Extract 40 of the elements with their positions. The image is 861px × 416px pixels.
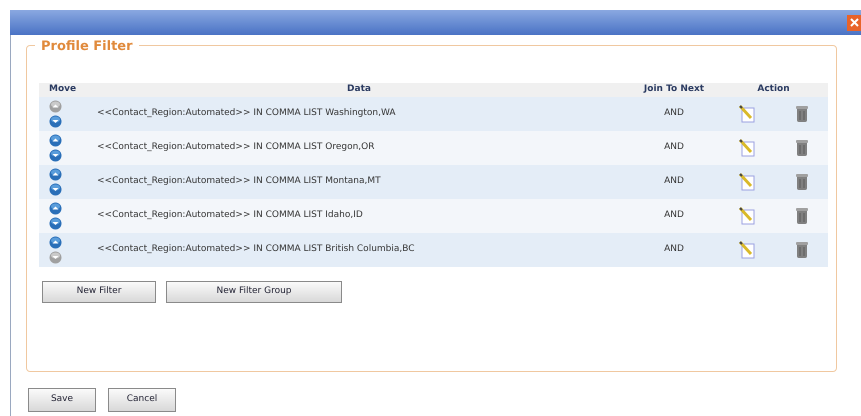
edit-icon[interactable] [739,207,756,225]
up-arrow-button[interactable] [49,100,62,113]
trash-icon[interactable] [796,207,808,225]
up-arrow-button[interactable] [49,134,62,147]
down-arrow-button[interactable] [49,149,62,162]
column-header: Join To Next [644,84,704,94]
close-icon [850,18,858,27]
edit-icon[interactable] [739,105,756,123]
table-cell: <<Contact_Region:Automated>> IN COMMA LIST Montana,MT [97,176,381,186]
table-cell: <<Contact_Region:Automated>> IN COMMA LIST Idaho,ID [97,210,363,220]
table-cell: <<Contact_Region:Automated>> IN COMMA LIST Oregon,OR [97,142,374,152]
column-header: Action [757,84,790,94]
trash-icon[interactable] [796,241,808,259]
down-arrow-button[interactable] [49,115,62,128]
table-cell: <<Contact_Region:Automated>> IN COMMA LIST Washington,WA [97,108,396,118]
down-arrow-button[interactable] [49,183,62,196]
table-cell: AND [664,176,684,186]
trash-icon[interactable] [796,139,808,157]
trash-icon[interactable] [796,173,808,191]
table-cell: AND [664,108,684,118]
table-cell: <<Contact_Region:Automated>> IN COMMA LIST British Columbia,BC [97,244,415,254]
down-arrow-button[interactable] [49,217,62,230]
edit-icon[interactable] [739,173,756,191]
trash-icon[interactable] [796,105,808,123]
table-cell: AND [664,142,684,152]
new-filter-button[interactable]: New Filter [42,281,156,303]
edit-icon[interactable] [739,139,756,157]
up-arrow-button[interactable] [49,168,62,181]
cancel-button[interactable]: Cancel [108,388,176,412]
edit-icon[interactable] [739,241,756,259]
close-button[interactable] [847,14,861,30]
column-header: Data [347,84,371,94]
new-filter-group-button[interactable]: New Filter Group [166,281,342,303]
table-cell: AND [664,210,684,220]
table-cell: AND [664,244,684,254]
save-button[interactable]: Save [28,388,96,412]
up-arrow-button[interactable] [49,202,62,215]
down-arrow-button[interactable] [49,251,62,264]
up-arrow-button[interactable] [49,236,62,249]
column-header: Move [49,84,76,94]
